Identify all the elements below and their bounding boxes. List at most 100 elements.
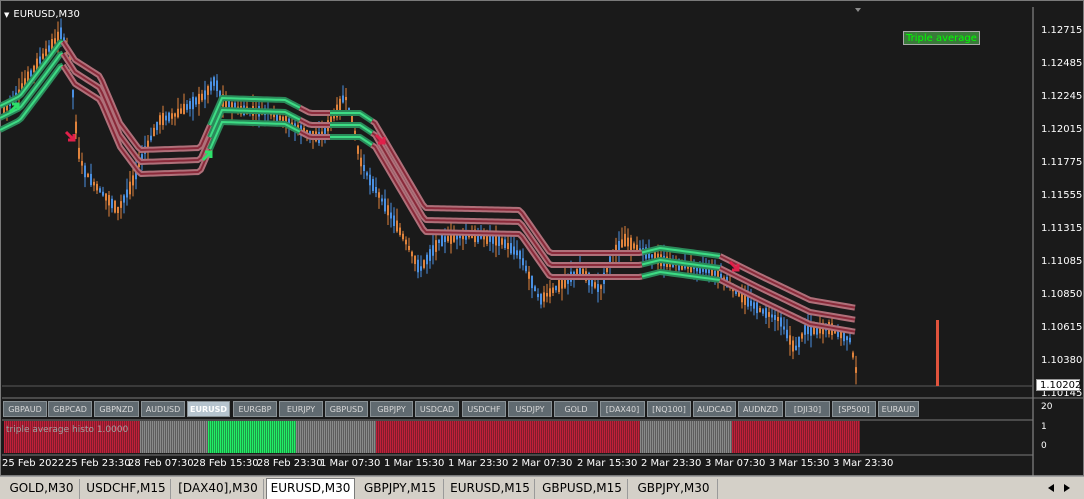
histogram-bar bbox=[258, 421, 260, 453]
chart-tab[interactable]: GBPJPY,M30 bbox=[630, 479, 718, 499]
candle-body bbox=[99, 188, 101, 193]
symbol-button-audusd[interactable]: AUDUSD bbox=[141, 401, 185, 417]
candle-body bbox=[774, 315, 776, 320]
histogram-bar bbox=[296, 421, 298, 453]
histogram-bar bbox=[606, 421, 608, 453]
candle-body bbox=[552, 287, 554, 293]
histogram-bar bbox=[384, 421, 386, 453]
chart-tab[interactable]: GBPJPY,M15 bbox=[357, 479, 444, 499]
histogram-bar bbox=[616, 421, 618, 453]
symbol-button-gbpnzd[interactable]: GBPNZD bbox=[94, 401, 139, 417]
histogram-bar bbox=[502, 421, 504, 453]
chart-menu-triangle-icon[interactable]: ▼ bbox=[4, 11, 9, 19]
histogram-bar bbox=[344, 421, 346, 453]
histogram-bar bbox=[540, 421, 542, 453]
histogram-bar bbox=[160, 421, 162, 453]
candle-body bbox=[846, 336, 848, 341]
candle-body bbox=[777, 316, 779, 322]
symbol-button-usdchf[interactable]: USDCHF bbox=[462, 401, 506, 417]
histogram-bar bbox=[410, 421, 412, 453]
symbol-button-usdjpy[interactable]: USDJPY bbox=[508, 401, 552, 417]
histogram-bar bbox=[538, 421, 540, 453]
histogram-bar bbox=[700, 421, 702, 453]
histogram-bar bbox=[838, 421, 840, 453]
candle-body bbox=[417, 259, 419, 273]
chart-tab[interactable]: EURUSD,M30 bbox=[266, 478, 355, 499]
histogram-bar bbox=[698, 421, 700, 453]
histogram-bar bbox=[634, 421, 636, 453]
symbol-button-gbpaud[interactable]: GBPAUD bbox=[3, 401, 47, 417]
time-tick-label: 28 Feb 23:30 bbox=[257, 458, 323, 469]
candle-body bbox=[357, 146, 359, 154]
candle-body bbox=[33, 65, 35, 73]
histogram-bar bbox=[522, 421, 524, 453]
candle-body bbox=[180, 108, 182, 114]
symbol-button-nq100[interactable]: [NQ100] bbox=[647, 401, 691, 417]
histogram-bar bbox=[496, 421, 498, 453]
histogram-bar bbox=[418, 421, 420, 453]
symbol-button-dax40[interactable]: [DAX40] bbox=[600, 401, 645, 417]
chart-tab[interactable]: EURUSD,M15 bbox=[446, 479, 535, 499]
histogram-bar bbox=[694, 421, 696, 453]
candle-body bbox=[72, 90, 74, 98]
histogram-bar bbox=[768, 421, 770, 453]
histogram-bar bbox=[402, 421, 404, 453]
price-tick-label: 1.12715 bbox=[1041, 25, 1083, 36]
chart-tab[interactable]: USDCHF,M15 bbox=[82, 479, 171, 499]
histogram-bar bbox=[542, 421, 544, 453]
candle-body bbox=[75, 121, 77, 134]
histogram-bar bbox=[376, 421, 378, 453]
histogram-bar bbox=[182, 421, 184, 453]
histogram-bar bbox=[472, 421, 474, 453]
chart-tab[interactable]: GOLD,M30 bbox=[4, 479, 80, 499]
candle-body bbox=[105, 193, 107, 201]
histogram-bar bbox=[444, 421, 446, 453]
histogram-bar bbox=[820, 421, 822, 453]
histogram-bar bbox=[790, 421, 792, 453]
symbol-button-gbpjpy[interactable]: GBPJPY bbox=[370, 401, 413, 417]
histogram-bar bbox=[176, 421, 178, 453]
tab-scroll-arrows[interactable] bbox=[1044, 482, 1076, 494]
price-tick-label: 1.12015 bbox=[1041, 124, 1083, 135]
chart-tab[interactable]: GBPUSD,M15 bbox=[537, 479, 628, 499]
symbol-button-euraud[interactable]: EURAUD bbox=[878, 401, 919, 417]
histogram-bar bbox=[484, 421, 486, 453]
histogram-bar bbox=[284, 421, 286, 453]
histogram-bar bbox=[532, 421, 534, 453]
symbol-button-gbpusd[interactable]: GBPUSD bbox=[325, 401, 368, 417]
symbol-button-usdcad[interactable]: USDCAD bbox=[415, 401, 459, 417]
candle-body bbox=[396, 220, 398, 232]
histogram-bar bbox=[212, 421, 214, 453]
histogram-bar bbox=[352, 421, 354, 453]
histogram-bar bbox=[654, 421, 656, 453]
histogram-bar bbox=[292, 421, 294, 453]
candle-body bbox=[402, 233, 404, 240]
symbol-button-audcad[interactable]: AUDCAD bbox=[693, 401, 736, 417]
candle-body bbox=[771, 314, 773, 318]
scale-side-top: 20 bbox=[1041, 402, 1053, 412]
histogram-bar bbox=[240, 421, 242, 453]
candle-body bbox=[399, 227, 401, 235]
histogram-bar bbox=[504, 421, 506, 453]
candle-body bbox=[123, 195, 125, 203]
symbol-button-eurusd[interactable]: EURUSD bbox=[187, 401, 230, 417]
chart-shift-marker-icon[interactable] bbox=[855, 8, 861, 12]
candle-body bbox=[96, 183, 98, 191]
symbol-button-gbpcad[interactable]: GBPCAD bbox=[48, 401, 92, 417]
symbol-button-sp500[interactable]: [SP500] bbox=[832, 401, 876, 417]
candle-body bbox=[624, 233, 626, 247]
candle-body bbox=[189, 101, 191, 109]
histogram-bar bbox=[578, 421, 580, 453]
histogram-bar bbox=[506, 421, 508, 453]
symbol-button-audnzd[interactable]: AUDNZD bbox=[738, 401, 783, 417]
price-tick-label: 1.11315 bbox=[1041, 223, 1083, 234]
symbol-button-eurjpy[interactable]: EURJPY bbox=[279, 401, 323, 417]
symbol-button-dji30[interactable]: [DJI30] bbox=[785, 401, 830, 417]
symbol-button-eurgbp[interactable]: EURGBP bbox=[233, 401, 277, 417]
symbol-button-gold[interactable]: GOLD bbox=[554, 401, 598, 417]
histogram-bar bbox=[238, 421, 240, 453]
candle-body bbox=[207, 86, 209, 95]
candle-body bbox=[378, 192, 380, 198]
chart-tab[interactable]: [DAX40],M30 bbox=[173, 479, 264, 499]
candle-body bbox=[279, 115, 281, 121]
